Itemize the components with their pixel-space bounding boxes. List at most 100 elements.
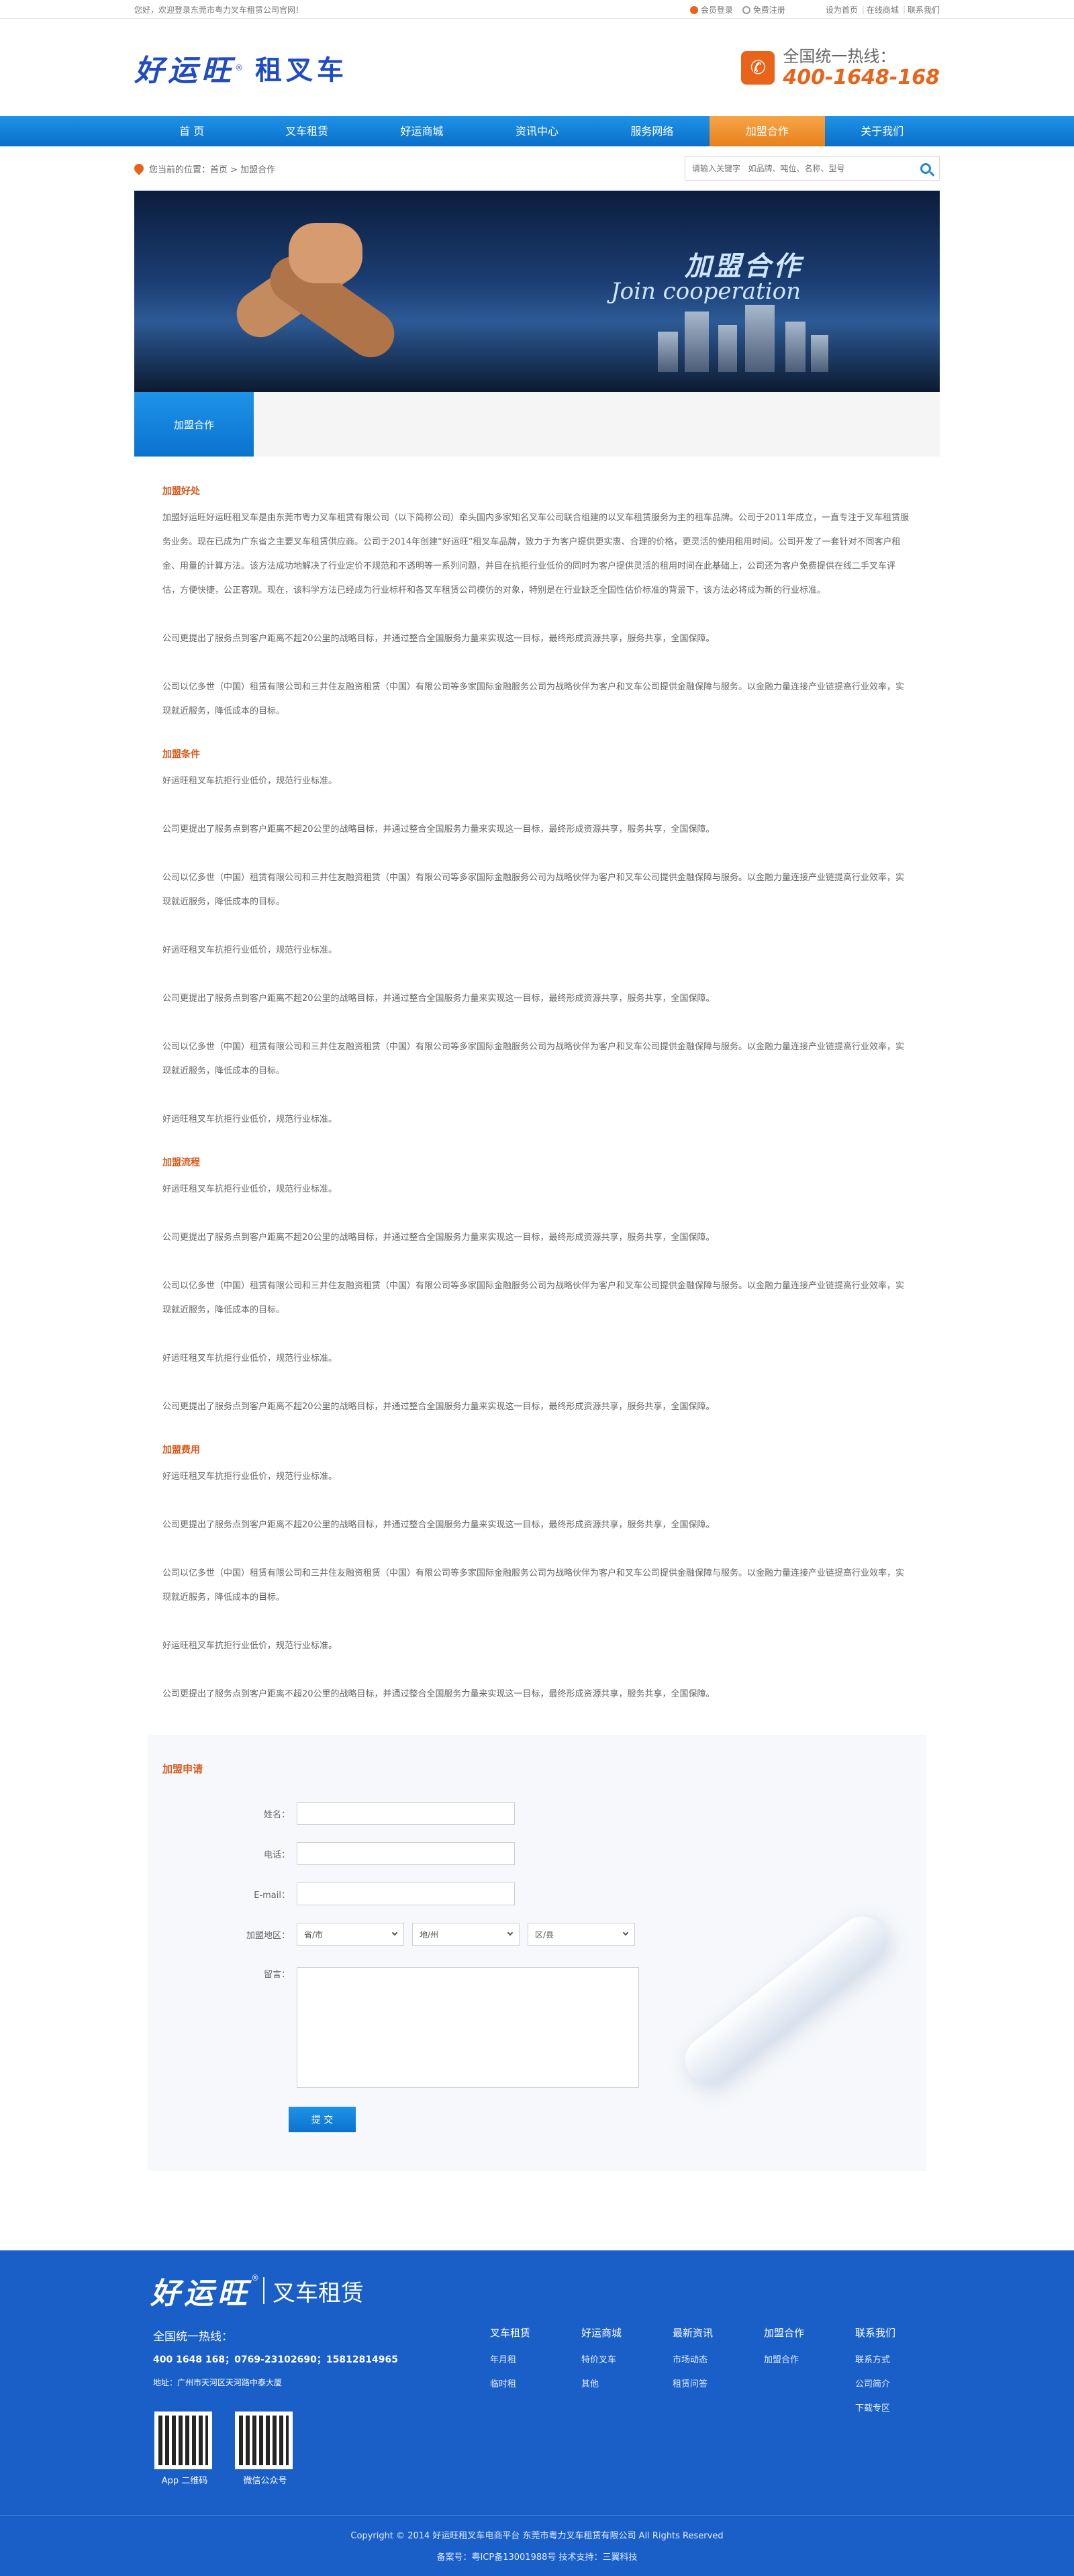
footer-link[interactable]: 租赁问答	[673, 2373, 764, 2397]
paragraph: 公司更提出了服务点到客户距离不超20公里的战略目标，并通过整合全国服务力量来实现…	[162, 1689, 715, 1699]
message-label: 留言：	[263, 1970, 290, 1980]
city-value: 地/州	[420, 1929, 439, 1940]
footer-link[interactable]: 联系方式	[855, 2348, 946, 2373]
footer-col-title[interactable]: 叉车租赁	[490, 2326, 581, 2342]
paragraph: 加盟好运旺好运旺租叉车是由东莞市粤力叉车租赁有限公司（以下简称公司）牵头国内多家…	[162, 513, 910, 595]
phone-field[interactable]	[297, 1842, 515, 1865]
nav-about[interactable]: 关于我们	[825, 116, 940, 146]
footer-col-mall: 好运商城 特价叉车 其他	[581, 2326, 673, 2421]
submit-button[interactable]: 提 交	[289, 2107, 356, 2132]
footer-link[interactable]: 下载专区	[855, 2397, 946, 2421]
footer-link[interactable]: 市场动态	[673, 2348, 764, 2373]
footer-col-title[interactable]: 联系我们	[855, 2326, 946, 2342]
logo-subtitle: 租叉车	[255, 54, 348, 86]
city-select[interactable]: 地/州	[412, 1923, 520, 1946]
province-select[interactable]: 省/市	[297, 1923, 404, 1946]
footer-link[interactable]: 特价叉车	[581, 2348, 673, 2373]
footer-link[interactable]: 公司简介	[855, 2373, 946, 2397]
icp-record: 备案号：粤ICP备13001988号 技术支持：三翼科技	[436, 2553, 638, 2563]
wechat-qr: 微信公众号	[235, 2412, 295, 2486]
header: 好运旺 ® 租叉车 ✆ 全国统一热线： 400-1648-168	[0, 19, 1074, 116]
paragraph: 好运旺租叉车抗拒行业低价，规范行业标准。	[162, 1184, 338, 1194]
message-field[interactable]	[297, 1967, 639, 2088]
welcome-text: 您好，欢迎登录东莞市粤力叉车租赁公司官网！	[134, 5, 304, 15]
section-title: 加盟好处	[162, 486, 200, 497]
chevron-down-icon	[622, 1929, 629, 1936]
chevron-down-icon	[507, 1929, 514, 1936]
app-qr: App 二维码	[154, 2412, 215, 2486]
hotline: ✆ 全国统一热线： 400-1648-168	[741, 46, 940, 89]
footer-logo-reg-mark: ®	[251, 2273, 259, 2283]
footer-link[interactable]: 临时租	[490, 2373, 581, 2397]
footer-phone-numbers: 400 1648 168；0769-23102690；15812814965	[153, 2354, 399, 2365]
online-mall-link[interactable]: 在线商城	[867, 4, 899, 15]
province-value: 省/市	[304, 1929, 324, 1940]
main-nav: 首 页 叉车租赁 好运商城 资讯中心 服务网络 加盟合作 关于我们	[0, 116, 1074, 146]
district-select[interactable]: 区/县	[528, 1923, 635, 1946]
footer: 好运旺 ® 叉车租赁 全国统一热线： 400 1648 168；0769-2310…	[0, 2250, 1074, 2576]
phone-icon: ✆	[741, 50, 775, 85]
region-row: 加盟地区： 省/市 地/州 区/县	[209, 1923, 643, 1946]
nav-service-network[interactable]: 服务网络	[595, 116, 710, 146]
search-button[interactable]	[912, 157, 939, 180]
paragraph: 公司更提出了服务点到客户距离不超20公里的战略目标，并通过整合全国服务力量来实现…	[162, 1233, 715, 1243]
paragraph: 好运旺租叉车抗拒行业低价，规范行业标准。	[162, 1114, 338, 1125]
paragraph: 好运旺租叉车抗拒行业低价，规范行业标准。	[162, 1472, 338, 1482]
email-field[interactable]	[297, 1882, 515, 1905]
name-row: 姓名：	[209, 1802, 515, 1825]
nav-home[interactable]: 首 页	[134, 116, 249, 146]
login-link[interactable]: 会员登录	[689, 4, 733, 15]
paragraph: 好运旺租叉车抗拒行业低价，规范行业标准。	[162, 776, 338, 786]
paragraph: 好运旺租叉车抗拒行业低价，规范行业标准。	[162, 1641, 338, 1651]
paragraph: 好运旺租叉车抗拒行业低价，规范行业标准。	[162, 945, 338, 955]
footer-link[interactable]: 其他	[581, 2373, 673, 2397]
footer-col-title[interactable]: 最新资讯	[673, 2326, 764, 2342]
tab-join[interactable]: 加盟合作	[134, 392, 254, 457]
nav-forklift-rental[interactable]: 叉车租赁	[249, 116, 364, 146]
banner-image: 加盟合作 Join cooperation	[134, 191, 940, 392]
email-label: E-mail：	[254, 1890, 290, 1901]
nav-mall[interactable]: 好运商城	[364, 116, 479, 146]
breadcrumb-text[interactable]: 您当前的位置：首页 > 加盟合作	[149, 162, 275, 175]
qr-code-icon	[154, 2412, 212, 2469]
footer-col-title[interactable]: 加盟合作	[764, 2326, 855, 2342]
footer-divider	[0, 2515, 1074, 2516]
footer-link[interactable]: 年月租	[490, 2348, 581, 2373]
search-box	[685, 156, 940, 181]
footer-link[interactable]: 加盟合作	[764, 2348, 855, 2373]
search-icon	[920, 163, 931, 174]
nav-join[interactable]: 加盟合作	[710, 116, 825, 146]
hotline-number: 400-1648-168	[783, 65, 940, 89]
banner-subtitle: Join cooperation	[611, 278, 801, 305]
article-content: 加盟好处 加盟好运旺好运旺租叉车是由东莞市粤力叉车租赁有限公司（以下简称公司）牵…	[134, 457, 940, 1707]
paragraph: 公司更提出了服务点到客户距离不超20公里的战略目标，并通过整合全国服务力量来实现…	[162, 824, 715, 834]
logo-reg-mark: ®	[235, 62, 243, 73]
paragraph: 好运旺租叉车抗拒行业低价，规范行业标准。	[162, 1353, 338, 1364]
paragraph: 公司以亿多世（中国）租赁有限公司和三井住友融资租赁（中国）有限公司等多家国际金融…	[162, 1042, 905, 1076]
user-icon	[689, 5, 698, 14]
city-skyline	[658, 305, 832, 372]
hotline-label: 全国统一热线：	[783, 46, 896, 66]
footer-logo: 好运旺 ® 叉车租赁	[150, 2269, 364, 2312]
logo-brand: 好运旺	[134, 53, 235, 88]
location-pin-icon	[132, 162, 146, 175]
register-link[interactable]: 免费注册	[742, 4, 785, 15]
paragraph: 公司更提出了服务点到客户距离不超20公里的战略目标，并通过整合全国服务力量来实现…	[162, 1520, 715, 1530]
pen-illustration	[638, 1869, 906, 2124]
paragraph: 公司以亿多世（中国）租赁有限公司和三井住友融资租赁（中国）有限公司等多家国际金融…	[162, 1568, 905, 1603]
copyright: Copyright © 2014 好运旺租叉车电商平台 东莞市粤力叉车租赁有限公…	[350, 2531, 724, 2541]
separator: |	[902, 5, 906, 14]
nav-news[interactable]: 资讯中心	[479, 116, 594, 146]
breadcrumb-bar: 您当前的位置：首页 > 加盟合作	[0, 146, 1074, 191]
set-home-link[interactable]: 设为首页	[826, 4, 858, 15]
search-input[interactable]	[685, 157, 912, 180]
register-label: 免费注册	[752, 5, 785, 15]
site-logo[interactable]: 好运旺 ® 租叉车	[134, 46, 348, 89]
name-field[interactable]	[297, 1802, 515, 1825]
top-bar: 您好，欢迎登录东莞市粤力叉车租赁公司官网！ 会员登录 免费注册 设为首页 | 在…	[0, 0, 1074, 19]
footer-col-title[interactable]: 好运商城	[581, 2326, 673, 2342]
contact-link[interactable]: 联系我们	[908, 4, 940, 15]
separator: |	[861, 5, 865, 14]
footer-col-join: 加盟合作 加盟合作	[764, 2326, 855, 2421]
paragraph: 公司以亿多世（中国）租赁有限公司和三井住友融资租赁（中国）有限公司等多家国际金融…	[162, 682, 905, 716]
